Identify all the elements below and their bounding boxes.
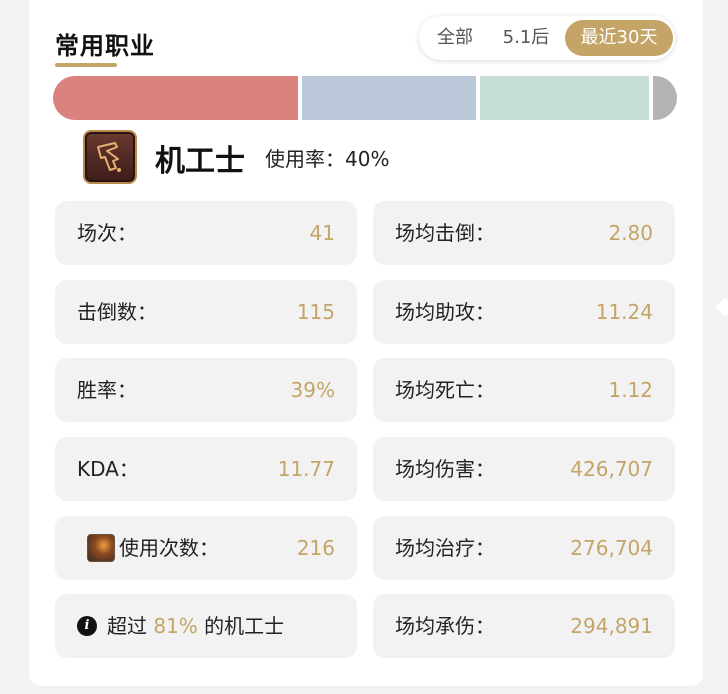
stat-avg-damage-taken: 场均承伤： 294,891	[373, 594, 675, 658]
section-title: 常用职业	[55, 32, 155, 60]
stat-use-count: 使用次数： 216	[55, 516, 357, 580]
stat-avg-kills: 场均击倒： 2.80	[373, 201, 675, 265]
stat-label: 场均助攻：	[395, 300, 495, 324]
stat-label: 场均承伤：	[395, 614, 495, 638]
exceed-prefix: 超过	[107, 614, 154, 638]
stat-value: 11.77	[277, 457, 335, 481]
stat-label: 场次：	[77, 221, 137, 245]
tab-all[interactable]: 全部	[427, 20, 483, 56]
exceed-suffix: 的机工士	[197, 614, 285, 638]
title-underline	[55, 63, 117, 67]
tab-last-30-days[interactable]: 最近30天	[565, 20, 673, 56]
info-icon: i	[77, 616, 97, 636]
machinist-job-icon	[83, 130, 137, 184]
stat-value: 41	[309, 221, 335, 245]
common-jobs-card: 常用职业 全部 5.1后 最近30天 机工士 使用率：40% 场次： 41 击倒…	[29, 0, 703, 686]
stat-value: 426,707	[570, 457, 653, 481]
exceed-text: 超过 81% 的机工士	[107, 594, 284, 658]
stat-value: 216	[296, 536, 335, 560]
stat-avg-assists: 场均助攻： 11.24	[373, 280, 675, 344]
usage-segment-3[interactable]	[476, 76, 649, 120]
exceed-percentile: i 超过 81% 的机工士	[55, 594, 357, 658]
stat-value: 294,891	[570, 614, 653, 638]
usage-rate-label: 使用率：	[265, 147, 345, 171]
stat-value: 11.24	[595, 300, 653, 324]
job-usage-bar	[53, 76, 677, 120]
stat-avg-deaths: 场均死亡： 1.12	[373, 358, 675, 422]
stat-value: 39%	[290, 378, 335, 402]
stat-value: 2.80	[608, 221, 653, 245]
stat-label: 场均治疗：	[395, 536, 495, 560]
stat-label: 使用次数：	[119, 536, 219, 560]
right-panel-edge	[718, 296, 728, 326]
stat-label: 场均伤害：	[395, 457, 495, 481]
stat-label: 场均击倒：	[395, 221, 495, 245]
stat-label: 胜率：	[77, 378, 137, 402]
usage-segment-2[interactable]	[297, 76, 477, 120]
stat-label: 击倒数：	[77, 300, 157, 324]
exceed-percent: 81%	[153, 614, 198, 638]
stat-label: KDA：	[77, 457, 139, 481]
skill-icon	[87, 534, 115, 562]
stat-value: 115	[296, 300, 335, 324]
stat-label: 场均死亡：	[395, 378, 495, 402]
job-name: 机工士	[155, 144, 245, 179]
stat-value: 1.12	[608, 378, 653, 402]
usage-rate-value: 40%	[345, 147, 390, 171]
usage-segment-machinist[interactable]	[53, 76, 298, 120]
stat-value: 276,704	[570, 536, 653, 560]
job-usage-rate: 使用率：40%	[265, 143, 389, 172]
stat-kills: 击倒数： 115	[55, 280, 357, 344]
stat-avg-damage: 场均伤害： 426,707	[373, 437, 675, 501]
stat-kda: KDA： 11.77	[55, 437, 357, 501]
usage-segment-other[interactable]	[648, 76, 677, 120]
stat-avg-healing: 场均治疗： 276,704	[373, 516, 675, 580]
stat-win-rate: 胜率： 39%	[55, 358, 357, 422]
stat-matches: 场次： 41	[55, 201, 357, 265]
tab-after-5-1[interactable]: 5.1后	[495, 20, 557, 56]
time-filter-tabs: 全部 5.1后 最近30天	[419, 16, 675, 60]
